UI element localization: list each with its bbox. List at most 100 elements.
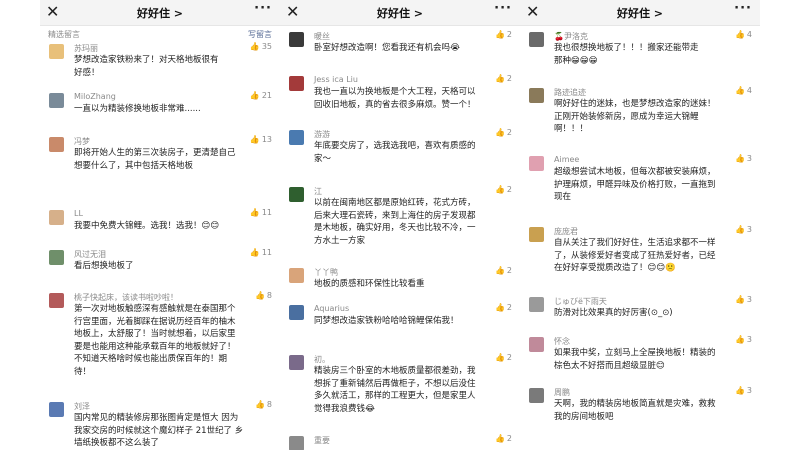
like-button[interactable]: 👍 11 [250, 248, 272, 257]
comment-line: 了，从装修爱好者变成了狂热爱好者，已经 [554, 250, 716, 261]
like-button[interactable]: 👍 2 [495, 353, 512, 362]
like-button[interactable]: 👍 2 [495, 128, 512, 137]
like-button[interactable]: 👍 8 [255, 400, 272, 409]
page-title[interactable]: 好好住 > [40, 5, 280, 21]
avatar[interactable] [49, 93, 64, 108]
like-button[interactable]: 👍 4 [735, 30, 752, 39]
comments-section-header: 精选留言 写留言 [40, 26, 280, 42]
avatar[interactable] [529, 227, 544, 242]
like-button[interactable]: 👍 3 [735, 154, 752, 163]
thumbs-up-icon: 👍 [494, 128, 505, 137]
like-button[interactable]: 👍 8 [255, 291, 272, 300]
avatar[interactable] [289, 436, 304, 450]
thumbs-up-icon: 👍 [494, 74, 505, 83]
more-icon[interactable]: ··· [734, 1, 752, 16]
avatar[interactable] [529, 337, 544, 352]
like-count: 2 [506, 266, 512, 275]
avatar[interactable] [49, 402, 64, 417]
avatar[interactable] [529, 297, 544, 312]
avatar[interactable] [49, 250, 64, 265]
more-icon[interactable]: ··· [254, 1, 272, 16]
thumbs-up-icon: 👍 [734, 30, 745, 39]
comment-text: 防滑对比效果真的好厉害(⊙_⊙) [554, 307, 754, 320]
comments-panel-2: ✕ 好好住 > ··· 暖丝 👍 2 卧室好想改造啊！您看我还有机会吗😭 Jess ic… [280, 0, 520, 450]
comment-text: 地板的质感和环保性比较看重 [314, 278, 514, 291]
avatar[interactable] [289, 305, 304, 320]
like-button[interactable]: 👍 3 [735, 295, 752, 304]
comment-line: 正刚开始装修新房，愿成为幸运大锦鲤 [554, 111, 699, 122]
comment-text: 我也一直以为换地板是个大工程，天格可以 回收旧地板，真的省去很多麻烦。赞一个！ [314, 86, 514, 111]
write-comment-link[interactable]: 写留言 [248, 29, 272, 40]
comment-line: 我要中免费大锦鲤。选我！选我！😊😊 [74, 221, 220, 231]
page-title[interactable]: 好好住 > [520, 5, 760, 21]
like-count: 2 [506, 30, 512, 39]
like-button[interactable]: 👍 13 [250, 135, 272, 144]
like-button[interactable]: 👍 2 [495, 303, 512, 312]
avatar[interactable] [289, 187, 304, 202]
comment-line: 同梦想改造家铁粉哈哈哈锦鲤保佑我！ [314, 316, 459, 326]
avatar[interactable] [49, 210, 64, 225]
comment-line: 待！ [74, 366, 92, 377]
avatar[interactable] [49, 44, 64, 59]
avatar[interactable] [289, 76, 304, 91]
like-button[interactable]: 👍 2 [495, 266, 512, 275]
avatar[interactable] [529, 32, 544, 47]
page-title[interactable]: 好好住 > [280, 5, 520, 21]
like-button[interactable]: 👍 11 [250, 208, 272, 217]
comment-author: 游游 [314, 130, 330, 139]
like-button[interactable]: 👍 2 [495, 185, 512, 194]
like-count: 3 [746, 386, 752, 395]
comment-text: 啊好好住的迷妹，也是梦想改造家的迷妹！ 正刚开始装修新房，愿成为幸运大锦鲤 啊！！！ [554, 98, 754, 136]
comment-text: 第一次对地板触感深有感触就是在泰国那个 行宫里面，光着脚踩在据说历经百年的柚木 地板… [74, 303, 274, 378]
comment-line: 家～ [314, 153, 332, 164]
comment-line: 那种😁😁😁 [554, 55, 598, 66]
avatar[interactable] [529, 388, 544, 403]
avatar[interactable] [49, 137, 64, 152]
like-button[interactable]: 👍 35 [250, 42, 272, 51]
comment-line: 不知道天格啥时候也能出质保百年的！期 [74, 354, 228, 364]
thumbs-up-icon: 👍 [254, 400, 265, 409]
comment-author: 桃子快起床，该读书啦吵啦！ [74, 293, 178, 302]
comment-line: 啊好好住的迷妹，也是梦想改造家的迷妹！ [554, 99, 716, 109]
like-button[interactable]: 👍 2 [495, 30, 512, 39]
like-button[interactable]: 👍 3 [735, 335, 752, 344]
comment-line: 现在 [554, 192, 572, 202]
comment-line: 地板的质感和环保性比较看重 [314, 279, 425, 289]
like-button[interactable]: 👍 3 [735, 225, 752, 234]
more-icon[interactable]: ··· [494, 1, 512, 16]
comment-line: 一直以为精装修换地板非常难...... [74, 104, 201, 114]
avatar[interactable] [49, 293, 64, 308]
comment-line: 国内常见的精装修房那张图肯定是恒大 因为 [74, 413, 239, 423]
thumbs-up-icon: 👍 [734, 295, 745, 304]
thumbs-up-icon: 👍 [494, 434, 505, 443]
comment-line: 天啊，我的精装房地板简直就是灾难，救救 [554, 399, 716, 409]
comment-line: 防滑对比效果真的好厉害(⊙_⊙) [554, 308, 673, 318]
comment-author: LL [74, 209, 83, 218]
avatar[interactable] [289, 130, 304, 145]
avatar[interactable] [289, 32, 304, 47]
comment-line: 我的房间地板吧 [554, 411, 614, 422]
comments-panel-1: ✕ 好好住 > ··· 精选留言 写留言 苏玛丽 👍 35 梦想改造家铁粉来了！对天格… [40, 0, 280, 450]
comment-author: 重要 [314, 436, 330, 445]
comment-text: 天啊，我的精装房地板简直就是灾难，救救 我的房间地板吧 [554, 398, 754, 423]
comment-line: 年底要交房了，选我选我吧，喜欢有质感的 [314, 141, 476, 151]
like-count: 11 [261, 208, 272, 217]
avatar[interactable] [289, 268, 304, 283]
comment-line: 精装房三个卧室的木地板质量都很差劲，我 [314, 366, 476, 376]
thumbs-up-icon: 👍 [249, 208, 260, 217]
like-button[interactable]: 👍 2 [495, 434, 512, 443]
like-button[interactable]: 👍 3 [735, 386, 752, 395]
comment-author: Aimee [554, 155, 580, 164]
thumbs-up-icon: 👍 [249, 135, 260, 144]
avatar[interactable] [529, 88, 544, 103]
comment-author: 丫丫鸭 [314, 268, 338, 277]
like-button[interactable]: 👍 21 [250, 91, 272, 100]
like-button[interactable]: 👍 2 [495, 74, 512, 83]
thumbs-up-icon: 👍 [249, 248, 260, 257]
like-count: 2 [506, 353, 512, 362]
comment-line: 护理麻烦，甲醛异味及价格打败，一直拖到 [554, 179, 716, 190]
comment-line: 回收旧地板，真的省去很多麻烦。赞一个！ [314, 99, 476, 110]
avatar[interactable] [529, 156, 544, 171]
avatar[interactable] [289, 355, 304, 370]
like-button[interactable]: 👍 4 [735, 86, 752, 95]
